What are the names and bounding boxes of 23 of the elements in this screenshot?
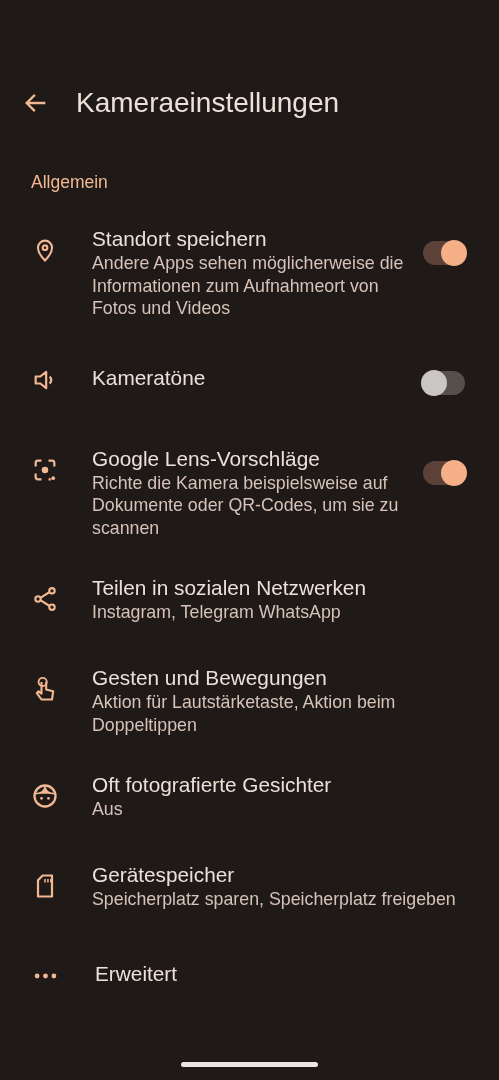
setting-description: Aktion für Lautstärketaste, Aktion beim Doppeltippen <box>92 691 397 736</box>
setting-title[interactable]: Teilen in sozialen Netzwerken <box>92 575 477 601</box>
setting-title[interactable]: Erweitert <box>95 961 480 987</box>
setting-title[interactable]: Gerätespeicher <box>92 862 477 888</box>
face-icon <box>31 782 59 810</box>
setting-title[interactable]: Kameratöne <box>92 364 409 391</box>
toggle-switch[interactable] <box>423 241 465 265</box>
setting-description: Richte die Kamera beispielsweise auf Dokumente oder QR-Codes, um sie zu scannen <box>92 471 400 539</box>
setting-title[interactable]: Gesten und Bewegungen <box>92 665 477 691</box>
setting-description: Instagram, Telegram WhatsApp <box>92 601 342 624</box>
setting-description: Speicherplatz sparen, Speicherplatz freigeben <box>92 888 457 911</box>
setting-title[interactable]: Standort speichern <box>92 226 409 252</box>
section-label: Allgemein <box>30 171 109 194</box>
more-icon <box>34 973 57 979</box>
setting-title[interactable]: Google Lens-Vorschläge <box>92 445 409 472</box>
toggle-switch[interactable] <box>423 370 465 395</box>
setting-title[interactable]: Oft fotografierte Gesichter <box>92 772 477 798</box>
navigation-handle[interactable] <box>181 1062 318 1067</box>
setting-description: Aus <box>92 798 124 821</box>
share-icon <box>31 585 59 613</box>
page-title: Kameraeinstellungen <box>76 87 340 119</box>
toggle-switch[interactable] <box>423 460 465 485</box>
setting-description: Andere Apps sehen möglicherweise die Informationen zum Aufnahmeort von Fotos und Videos <box>92 252 405 320</box>
